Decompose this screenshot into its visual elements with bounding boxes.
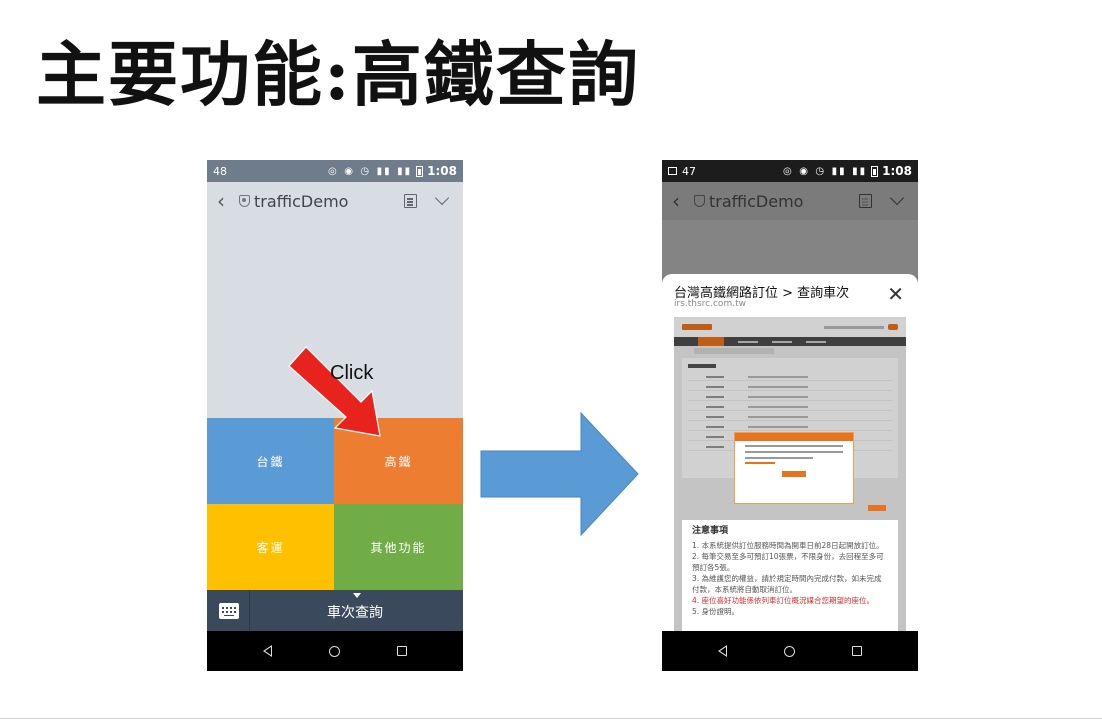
sheet-url: irs.thsrc.com.tw [674, 299, 746, 309]
shield-icon [694, 195, 705, 207]
status-time: 1:08 [882, 164, 912, 178]
status-bar: 47 ◎ ◉ ◷ ▮▮ ▮▮ 1:08 [662, 160, 918, 182]
dimmed-background [662, 220, 918, 276]
slide-bottom-rule [0, 718, 1102, 719]
notice-item: 2. 每筆交易至多可預訂10張票，不限身份，去回程至多可預訂各5張。 [692, 552, 884, 572]
app-title: trafficDemo [709, 191, 804, 211]
nav-home-icon[interactable] [783, 645, 795, 657]
menu-grid: 台鐵 高鐵 客運 其他功能 [207, 418, 463, 590]
webpage-preview: 注意事項 1. 本系統提供訂位服務時間為開車日前28日起開放訂位。 2. 每筆交… [674, 317, 906, 631]
browser-sheet: 台灣高鐵網路訂位 > 查詢車次 irs.thsrc.com.tw ✕ 注意事項 … [662, 274, 918, 631]
document-icon[interactable] [859, 194, 872, 208]
status-left-text: 48 [213, 164, 227, 178]
notice-section: 注意事項 1. 本系統提供訂位服務時間為開車日前28日起開放訂位。 2. 每筆交… [682, 520, 898, 631]
slide-title: 主要功能:高鐵查詢 [36, 33, 640, 116]
tile-high-speed-rail[interactable]: 高鐵 [334, 418, 463, 504]
modal-header [735, 433, 853, 441]
phone-right-screenshot: 47 ◎ ◉ ◷ ▮▮ ▮▮ 1:08 ‹ trafficDemo 台灣高鐵網路… [662, 160, 918, 671]
shield-icon [239, 195, 250, 207]
notice-title: 注意事項 [692, 526, 729, 536]
nav-back-icon[interactable] [263, 645, 273, 657]
notice-item: 3. 為維護您的權益，請於規定時間內完成付款，如未完成付款，本系統將自動取消訂位… [692, 574, 882, 594]
image-notification-icon [668, 167, 677, 175]
notice-item: 4. 座位喜好功能係依列車訂位概況媒合您期望的座位。 [692, 596, 875, 605]
document-icon[interactable] [404, 194, 417, 208]
chevron-down-icon[interactable] [889, 190, 905, 206]
chevron-down-icon[interactable] [434, 190, 450, 206]
app-title: trafficDemo [254, 191, 349, 211]
tile-label: 客運 [256, 540, 285, 555]
close-icon[interactable]: ✕ [887, 284, 904, 304]
bottom-menu-label[interactable]: 車次查詢 [207, 602, 463, 622]
back-chevron-icon[interactable]: ‹ [672, 189, 694, 213]
android-nav-bar [662, 631, 918, 671]
phone-left-screenshot: 48 ◎ ◉ ◷ ▮▮ ▮▮ 1:08 ‹ trafficDemo 台鐵 高鐵 … [207, 160, 463, 671]
notice-item: 1. 本系統提供訂位服務時間為開車日前28日起開放訂位。 [692, 541, 884, 550]
nav-home-icon[interactable] [328, 645, 340, 657]
status-icons: ◎ ◉ ◷ ▮▮ ▮▮ [328, 165, 413, 177]
notice-item: 5. 身份證明。 [692, 607, 740, 616]
tile-taiwan-rail[interactable]: 台鐵 [207, 418, 334, 504]
nav-back-icon[interactable] [718, 645, 728, 657]
app-header: ‹ trafficDemo [207, 182, 463, 220]
status-icons: ◎ ◉ ◷ ▮▮ ▮▮ [783, 165, 868, 177]
android-nav-bar [207, 631, 463, 671]
status-bar: 48 ◎ ◉ ◷ ▮▮ ▮▮ 1:08 [207, 160, 463, 182]
nav-recents-icon[interactable] [396, 646, 407, 656]
tile-label: 台鐵 [256, 454, 285, 469]
tile-bus[interactable]: 客運 [207, 504, 334, 590]
status-left-text: 47 [682, 164, 696, 178]
tile-label: 高鐵 [384, 454, 413, 469]
query-button[interactable] [868, 505, 886, 511]
cookie-consent-modal [734, 432, 854, 504]
bottom-menu-bar[interactable]: 車次查詢 [207, 590, 463, 631]
nav-recents-icon[interactable] [851, 646, 862, 656]
modal-confirm-button[interactable] [782, 471, 806, 477]
tile-other-functions[interactable]: 其他功能 [334, 504, 463, 590]
tile-label: 其他功能 [370, 540, 427, 555]
battery-icon [416, 165, 424, 177]
battery-icon [871, 165, 879, 177]
right-arrow-icon [480, 411, 639, 537]
back-chevron-icon[interactable]: ‹ [217, 189, 239, 213]
app-header: ‹ trafficDemo [662, 182, 918, 220]
status-time: 1:08 [427, 164, 457, 178]
menu-toggle-caret-icon[interactable] [353, 593, 361, 598]
modal-link[interactable] [745, 462, 775, 464]
click-label: Click [330, 362, 374, 384]
